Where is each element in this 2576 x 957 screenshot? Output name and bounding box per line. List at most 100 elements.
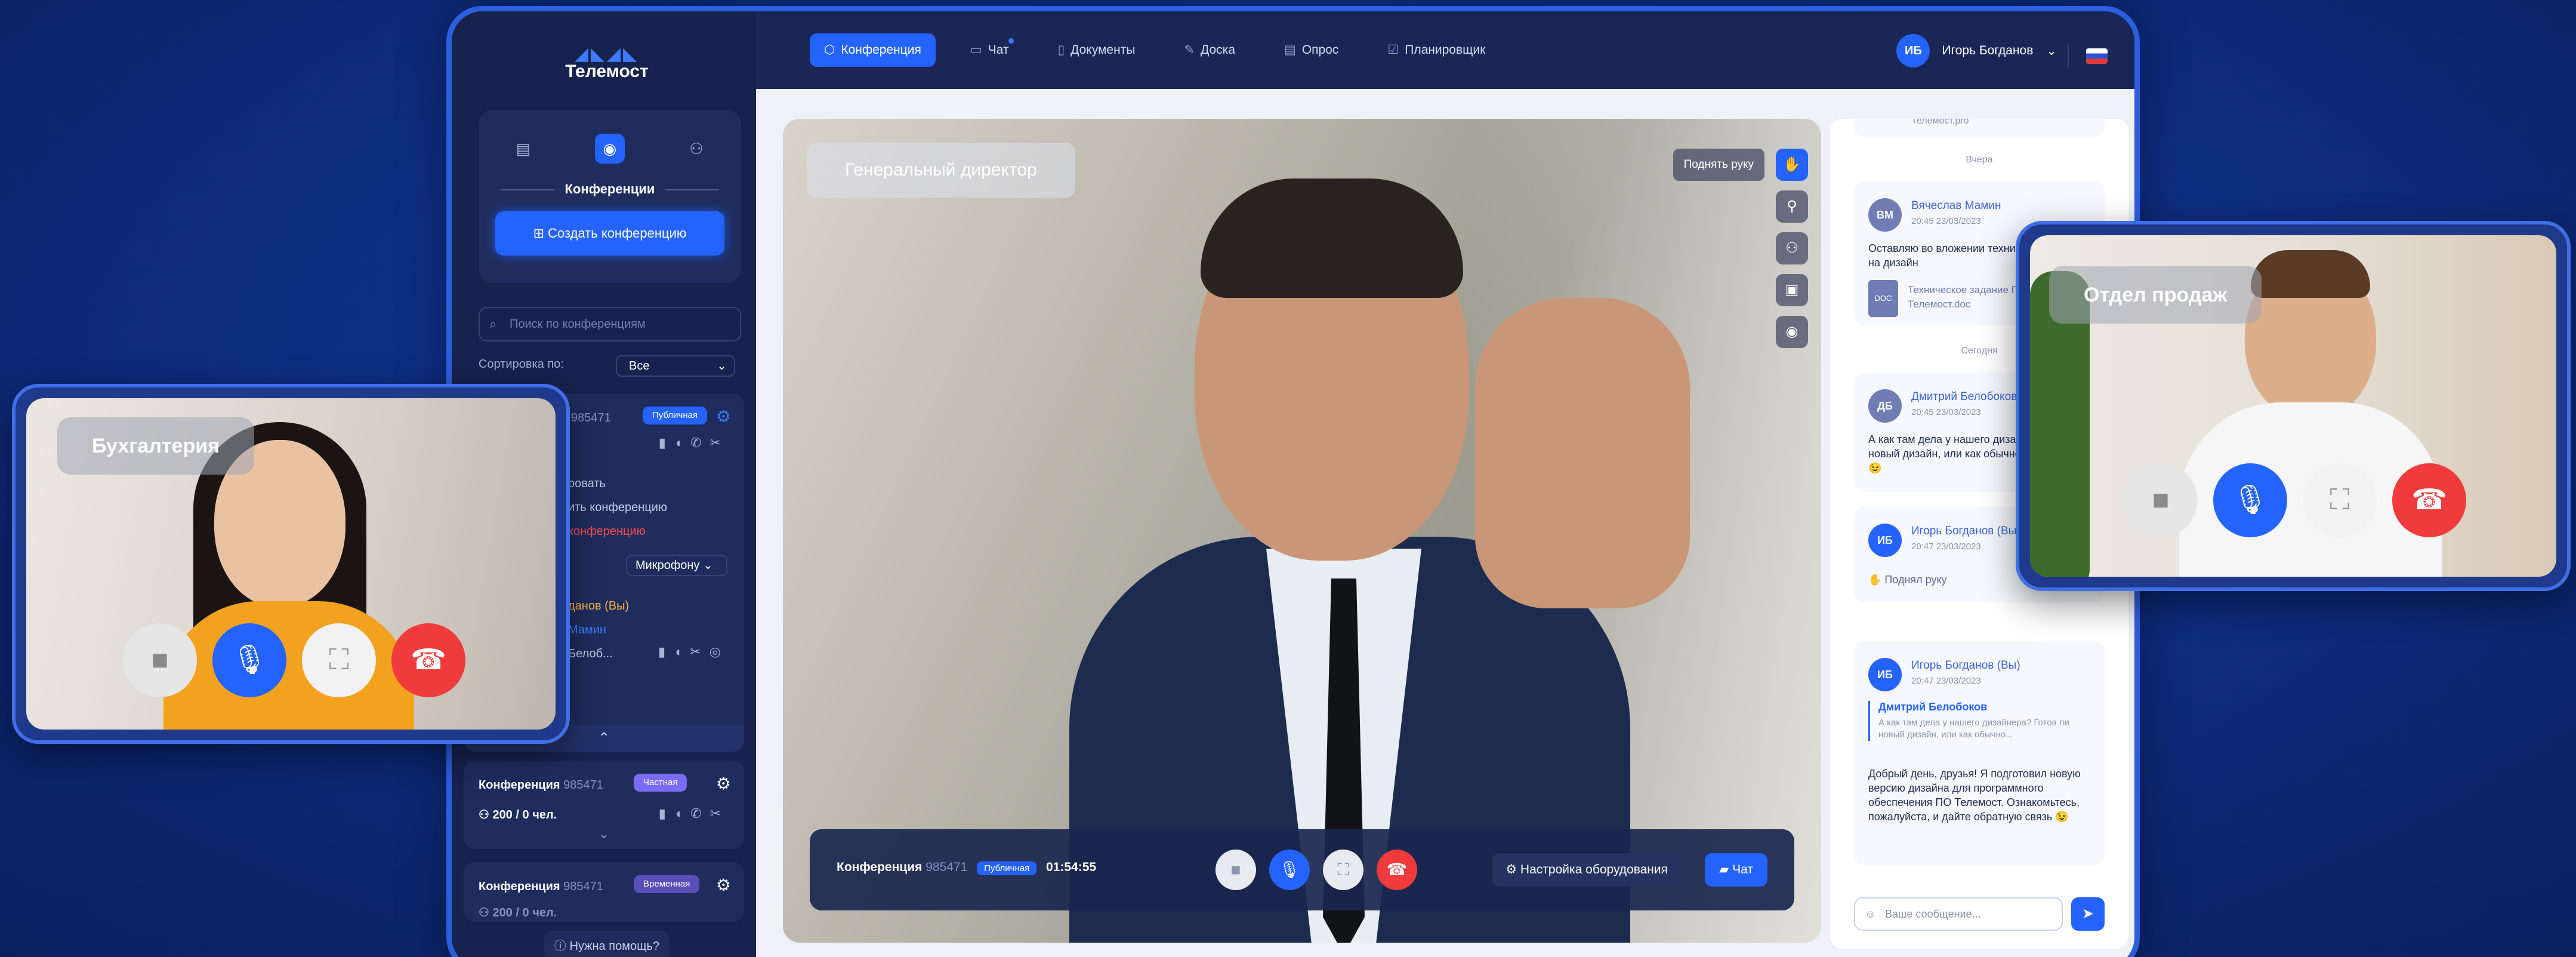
participant-count: ⚇ 200 / 0 чел. <box>479 808 557 821</box>
user-name: Игорь Богданов <box>1942 44 2034 57</box>
record-icon[interactable]: ◉ <box>1776 316 1808 348</box>
mic-button[interactable]: 🎙 <box>2213 463 2287 537</box>
fullscreen-icon: ⛶ <box>1337 860 1349 879</box>
fullscreen-icon: ⛶ <box>329 644 349 676</box>
main-content: Генеральный директор Поднять руку ✋ ⚲ ⚇ … <box>756 89 2134 957</box>
create-conference-button[interactable]: ⊞ Создать конференцию <box>495 211 724 256</box>
hang-up-button[interactable]: ☎ <box>1377 850 1417 890</box>
participant-name: Белоб... <box>568 647 613 660</box>
search-input[interactable]: ⌕ Поиск по конференциям <box>479 307 741 341</box>
call-controls: Конференция 985471 Публичная 01:54:55 ■ … <box>810 829 1794 910</box>
conference-panel: ▤ ◉ ⚇ Конференции ⊞ Создать конференцию <box>479 110 741 283</box>
participant-card-accounting: Бухгалтерия ■ 🎙 ⛶ ☎ <box>12 384 570 744</box>
participants-icon[interactable]: ⚇ <box>1776 232 1808 264</box>
menu-item[interactable]: ить конференцию <box>568 501 667 515</box>
mic-button[interactable]: 🎙 <box>1269 850 1310 890</box>
tab-chat[interactable]: ▭ Чат <box>956 33 1023 67</box>
contacts-icon[interactable]: ▤ <box>508 134 538 164</box>
emoji-icon: ☺ <box>1865 908 1876 920</box>
mic-button[interactable]: 🎙 <box>212 623 286 697</box>
tab-documents[interactable]: ▯ Документы <box>1044 33 1150 67</box>
microphone-icon: 🎙 <box>231 644 268 676</box>
participant-card-sales: Отдел продаж ■ 🎙 ⛶ ☎ <box>2016 221 2571 591</box>
hardware-settings-button[interactable]: ⚙ Настройка оборудования <box>1492 853 1681 887</box>
settings-icon[interactable]: ⚙ <box>716 407 731 426</box>
gear-icon: ⚙ <box>1506 863 1520 876</box>
chat-message: ИБ Игорь Богданов (Вы) 20:47 23/03/2023 … <box>1854 641 2105 865</box>
tab-scheduler[interactable]: ☑ Планировщик <box>1373 33 1500 67</box>
tab-poll[interactable]: ▤ Опрос <box>1270 33 1353 67</box>
language-flag-icon[interactable] <box>2086 48 2108 64</box>
search-placeholder: Поиск по конференциям <box>510 318 646 331</box>
add-user-icon[interactable]: ⚲ <box>1776 190 1808 223</box>
participant-name: Мамин <box>568 623 606 636</box>
avatar: ВМ <box>1868 198 1902 232</box>
media-icons: ▮◖✆✂ <box>658 806 729 821</box>
screen-share-icon[interactable]: ▣ <box>1776 274 1808 306</box>
avatar: ИБ <box>1868 658 1902 691</box>
hang-up-icon: ☎ <box>411 644 446 676</box>
status-badge: Публичная <box>977 861 1037 875</box>
camera-icon: ■ <box>2152 484 2170 516</box>
conference-list-item[interactable]: Конференция 985471 Временная ⚙ ⚇ 200 / 0… <box>464 862 744 922</box>
chevron-down-icon: ⌄ <box>717 359 727 373</box>
sort-label: Сортировка по: <box>479 358 564 371</box>
hang-up-button[interactable]: ☎ <box>391 623 465 697</box>
participant-count: ⚇ 200 / 0 чел. <box>479 906 557 919</box>
message-author: Вячеслав Мамин <box>1911 199 2001 212</box>
fullscreen-icon: ⛶ <box>2330 484 2350 516</box>
create-conference-label: Создать конференцию <box>548 226 687 241</box>
conference-title: Конференция 985471 <box>479 778 603 792</box>
tab-board[interactable]: ✎ Доска <box>1170 33 1250 67</box>
chat-button[interactable]: ▰ Чат <box>1705 853 1767 887</box>
settings-icon[interactable]: ⚙ <box>716 774 731 793</box>
camera-button[interactable]: ■ <box>123 623 197 697</box>
settings-icon[interactable]: ⚙ <box>716 875 731 895</box>
hang-up-button[interactable]: ☎ <box>2392 463 2466 537</box>
chat-message: Телемост.pro <box>1854 119 2105 137</box>
divider <box>2068 44 2069 68</box>
message-time: 20:47 23/03/2023 <box>1911 676 1981 686</box>
main-video: Генеральный директор Поднять руку ✋ ⚲ ⚇ … <box>783 119 1821 943</box>
camera-button[interactable]: ■ <box>2124 463 2198 537</box>
logo: ◢◣◢◣ Телемост <box>523 45 690 82</box>
camera-icon: ■ <box>151 644 169 676</box>
fullscreen-button[interactable]: ⛶ <box>302 623 376 697</box>
broadcast-icon[interactable]: ◉ <box>595 134 625 164</box>
hang-up-icon: ☎ <box>2411 484 2447 516</box>
calendar-icon: ☑ <box>1387 43 1399 57</box>
media-icons: ▮◖✆✂ <box>658 435 729 450</box>
app-window: ◢◣◢◣ Телемост ▤ ◉ ⚇ Конференции ⊞ Создат… <box>446 6 2140 957</box>
message-author: Игорь Богданов (Вы) <box>1911 659 2020 672</box>
chevron-down-icon: ⌄ <box>2046 44 2057 58</box>
top-navigation: ⬡ Конференция ▭ Чат ▯ Документы ✎ Доска ▤ Опр… <box>756 11 2134 89</box>
document-icon: ▯ <box>1057 43 1065 57</box>
help-button[interactable]: ⓘ Нужна помощь? <box>544 931 670 957</box>
send-button[interactable]: ➤ <box>2071 897 2105 931</box>
fullscreen-button[interactable]: ⛶ <box>2303 463 2377 537</box>
tab-conference[interactable]: ⬡ Конференция <box>810 33 936 67</box>
microphone-icon: 🎙 <box>1279 860 1300 879</box>
message-time: 20:47 23/03/2023 <box>1911 541 1981 552</box>
avatar: ИБ <box>1868 524 1902 557</box>
camera-button[interactable]: ■ <box>1215 850 1256 890</box>
message-input[interactable]: ☺ Ваше сообщение... <box>1854 897 2063 931</box>
sort-select[interactable]: Все ⌄ <box>616 355 735 377</box>
message-time: 20:45 23/03/2023 <box>1911 216 1981 226</box>
board-icon: ✎ <box>1184 43 1195 57</box>
logo-text: Телемост <box>565 61 649 81</box>
conference-list-item[interactable]: Конференция 985471 Частная ⚙ ⚇ 200 / 0 ч… <box>464 761 744 849</box>
status-badge: Временная <box>634 875 700 893</box>
group-icon[interactable]: ⚇ <box>681 134 711 164</box>
chevron-down-icon[interactable]: ⌄ <box>464 826 744 842</box>
file-icon[interactable]: DOC <box>1868 280 1898 317</box>
menu-item[interactable]: ровать <box>568 477 606 491</box>
status-badge: Частная <box>634 774 687 792</box>
menu-item-danger[interactable]: конференцию <box>568 525 646 538</box>
plus-icon: ⊞ <box>533 226 548 241</box>
sort-mic-select[interactable]: Микрофону ⌄ <box>626 555 727 576</box>
conference-info: Конференция 985471 Публичная 01:54:55 <box>837 860 1097 875</box>
user-menu[interactable]: ИБ Игорь Богданов ⌄ <box>1896 34 2057 67</box>
raise-hand-icon[interactable]: ✋ <box>1776 149 1808 181</box>
fullscreen-button[interactable]: ⛶ <box>1323 850 1363 890</box>
